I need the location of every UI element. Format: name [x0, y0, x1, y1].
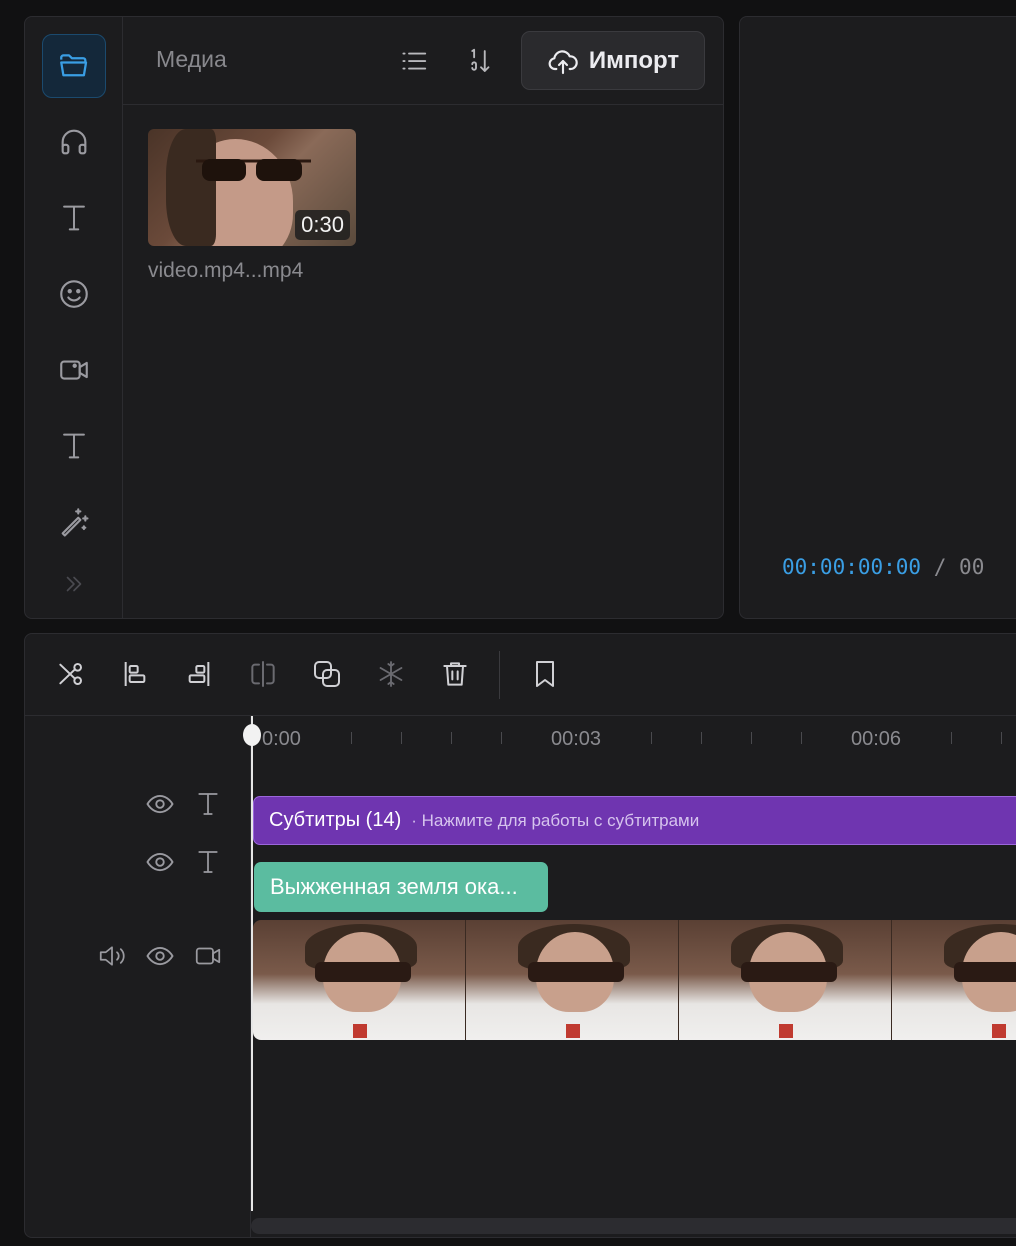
sidebar-item-video[interactable] [42, 338, 106, 402]
text-icon [63, 433, 85, 459]
timeline-toolbar [25, 634, 1016, 716]
subtitle-track-visibility[interactable] [143, 787, 177, 821]
sidebar-item-text[interactable] [42, 186, 106, 250]
media-duration: 0:30 [295, 210, 350, 240]
video-camera-icon [60, 360, 88, 380]
video-frame [253, 920, 466, 1040]
freeze-icon [379, 661, 403, 687]
magic-wand-icon [61, 508, 89, 537]
sidebar-item-captions[interactable] [42, 414, 106, 478]
text-track-type [191, 845, 225, 879]
eye-icon [146, 852, 174, 872]
media-header: Медиа Импорт [123, 17, 723, 105]
align-left-button[interactable] [115, 654, 155, 694]
delete-button[interactable] [435, 654, 475, 694]
duplicate-icon [314, 661, 340, 687]
chevron-double-right-icon [66, 576, 82, 592]
media-thumbnail[interactable]: 0:30 [148, 129, 356, 246]
video-frame [892, 920, 1016, 1040]
duplicate-button[interactable] [307, 654, 347, 694]
ruler-tick [401, 732, 402, 744]
text-icon [198, 851, 218, 873]
eye-icon [146, 794, 174, 814]
speaker-icon [99, 946, 125, 966]
subtitle-clip-hint: · Нажмите для работы с субтитрами [411, 810, 700, 830]
trash-icon [443, 662, 467, 686]
time-separator: / [933, 555, 947, 579]
sort-button[interactable] [461, 41, 501, 81]
list-icon [402, 52, 427, 70]
current-time: 00:00:00:00 [782, 555, 922, 579]
ruler-tick [651, 732, 652, 744]
timeline-ruler[interactable]: 0:00 00:03 00:06 [251, 716, 1016, 764]
ruler-tick [951, 732, 952, 744]
video-camera-icon [195, 947, 221, 965]
ruler-tick [801, 732, 802, 744]
subtitle-track-type [191, 787, 225, 821]
ruler-tick [501, 732, 502, 744]
timeline-scrollbar[interactable] [251, 1218, 1016, 1234]
ruler-label: 00:06 [851, 728, 902, 750]
ruler-label: 0:00 [262, 728, 301, 750]
preview-timecode: 00:00:00:00 / 00 [782, 555, 984, 579]
import-button[interactable]: Импорт [521, 31, 705, 90]
subtitle-clip-label: Субтитры (14) [269, 809, 402, 831]
video-frame [679, 920, 892, 1040]
video-track-type [191, 939, 225, 973]
sunglasses-shape [196, 159, 311, 181]
video-clip[interactable] [253, 920, 1016, 1040]
media-file-name: video.mp4...mp4 [148, 259, 304, 282]
playhead[interactable] [251, 716, 253, 1211]
sidebar-item-audio[interactable] [42, 110, 106, 174]
trim-icon [251, 661, 275, 687]
align-left-icon [124, 662, 146, 686]
ruler-tick [351, 732, 352, 744]
subtitle-clip[interactable]: Субтитры (14) · Нажмите для работы с суб… [253, 796, 1016, 845]
text-track-visibility[interactable] [143, 845, 177, 879]
align-right-icon [188, 662, 210, 686]
sidebar-item-media[interactable] [42, 34, 106, 98]
ruler-tick [751, 732, 752, 744]
playhead-handle[interactable] [243, 724, 261, 746]
video-frame [466, 920, 679, 1040]
headphones-icon [61, 129, 87, 155]
freeze-button[interactable] [371, 654, 411, 694]
smiley-icon [60, 280, 88, 308]
folder-icon [60, 54, 88, 77]
text-icon [63, 205, 85, 231]
media-panel: Медиа Импорт 0:30 video.mp4...mp4 [24, 16, 724, 619]
sidebar-expand[interactable] [42, 562, 106, 606]
trim-button[interactable] [243, 654, 283, 694]
ruler-tick [451, 732, 452, 744]
ruler-tick [701, 732, 702, 744]
sort-icon [471, 48, 490, 72]
ruler-label: 00:03 [551, 728, 602, 750]
split-icon [59, 663, 82, 685]
sidebar-item-stickers[interactable] [42, 262, 106, 326]
media-title: Медиа [156, 46, 227, 72]
track-headers [25, 716, 251, 1237]
video-track-mute[interactable] [95, 939, 129, 973]
list-view-button[interactable] [394, 41, 434, 81]
bookmark-icon [536, 661, 554, 687]
ruler-tick [1001, 732, 1002, 744]
import-label: Импорт [588, 46, 680, 74]
text-icon [198, 793, 218, 815]
thumbnail-hair [166, 129, 216, 246]
media-sidebar [25, 17, 123, 618]
eye-icon [146, 946, 174, 966]
text-clip[interactable]: Выжженная земля ока... [254, 862, 548, 912]
bookmark-button[interactable] [525, 654, 565, 694]
timeline-panel: 0:00 00:03 00:06 Субтитры (14) · Нажмите… [24, 633, 1016, 1238]
split-button[interactable] [51, 654, 91, 694]
align-right-button[interactable] [179, 654, 219, 694]
video-track-visibility[interactable] [143, 939, 177, 973]
sidebar-item-effects[interactable] [42, 490, 106, 554]
toolbar-divider [499, 651, 500, 699]
cloud-upload-icon [548, 49, 578, 74]
total-time: 00 [959, 555, 985, 579]
preview-panel: 00:00:00:00 / 00 [739, 16, 1016, 619]
